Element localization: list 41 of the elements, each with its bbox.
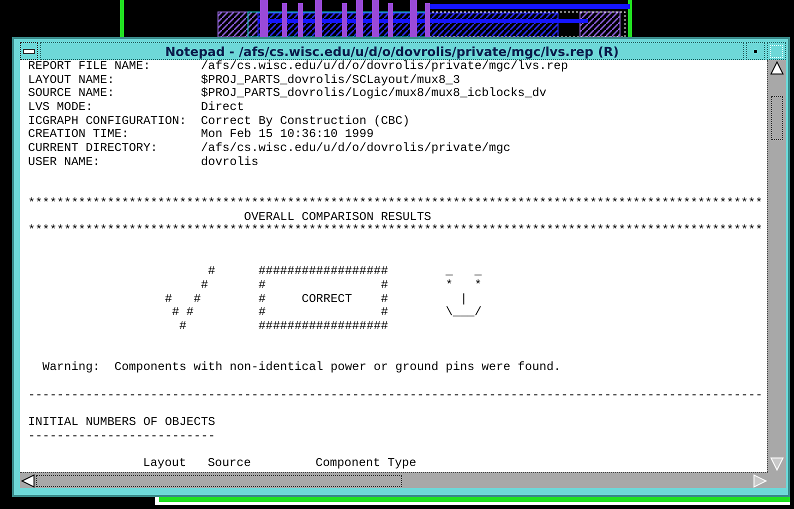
minimize-button[interactable] [746,42,765,60]
separator-line: ****************************************************************************************************** [28,196,763,210]
window-menu-button[interactable] [20,42,38,60]
column-header: Component Type [316,456,416,471]
maximize-button[interactable] [767,42,786,60]
separator-line: ****************************************************************************************************** [28,223,763,238]
field-value: $PROJ_PARTS_dovrolis/Logic/mux8/mux8_icblocks_dv [200,86,546,100]
column-header: Source [208,456,251,471]
ascii-art-line: # # # # \___/ [171,305,482,320]
ascii-art-line: # # # * * [200,278,482,292]
field-label: LAYOUT NAME: [28,74,116,88]
separator-line: -------------------------- [28,428,216,443]
field-value: $PROJ_PARTS_dovrolis/SCLayout/mux8_3 [200,72,460,87]
section-title: INITIAL NUMBERS OF OBJECTS [28,414,216,429]
field-label: CREATION TIME: [28,128,130,142]
separator-line: ------------------------------------------------------------------------------------------------------ [28,388,763,402]
section-heading: OVERALL COMPARISON RESULTS [244,210,432,224]
horizontal-scrollbar[interactable] [20,472,768,488]
field-label: USER NAME: [28,156,102,170]
ascii-art-line: # # # CORRECT # | [164,292,468,306]
window-title: Notepad - /afs/cs.wisc.edu/u/d/o/dovrolis/private/mgc/lvs.rep (R) [165,44,619,58]
field-label: LVS MODE: [28,101,94,115]
column-header: Layout [143,456,186,471]
up-arrow-icon[interactable] [769,60,786,76]
scroll-thumb[interactable] [771,96,784,140]
field-value: Mon Feb 15 10:36:10 1999 [200,127,374,142]
warning-text: Warning: Components with non-identical power or ground pins were found. [42,360,561,374]
field-value: /afs/cs.wisc.edu/u/d/o/dovrolis/private/mgc/lvs.rep [200,60,568,73]
field-label: CURRENT DIRECTORY: [28,142,159,156]
field-value: /afs/cs.wisc.edu/u/d/o/dovrolis/private/mgc [200,141,510,156]
ascii-art-line: # ################## [178,319,388,334]
field-label: ICGRAPH CONFIGURATION: [28,114,188,128]
left-arrow-icon[interactable] [20,474,36,488]
field-value: Correct By Construction (CBC) [200,114,410,128]
vertical-scrollbar[interactable] [767,60,786,472]
field-label: SOURCE NAME: [28,87,116,102]
field-value: Direct [200,100,244,114]
scroll-thumb[interactable] [36,474,402,486]
ascii-art-line: # ################## _ _ [207,264,482,278]
field-value: dovrolis [200,154,258,169]
field-label: REPORT FILE NAME: [28,60,152,74]
